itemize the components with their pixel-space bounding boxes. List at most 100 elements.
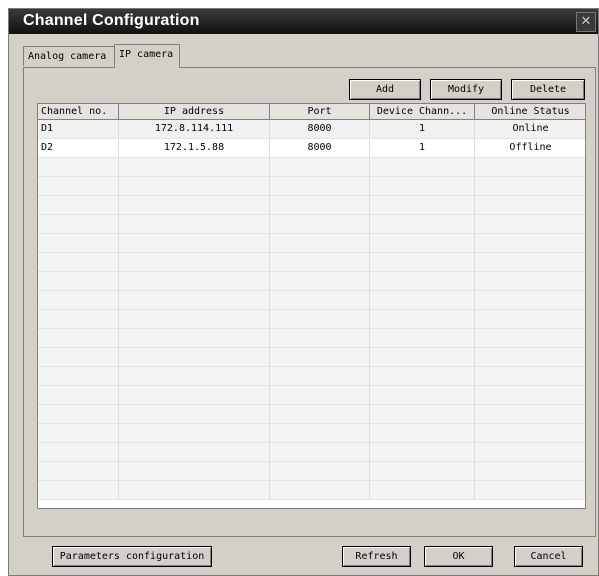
tab-ip-camera[interactable]: IP camera: [114, 44, 180, 68]
parameters-configuration-button[interactable]: Parameters configuration: [52, 546, 212, 567]
table-cell-ip: [119, 272, 270, 290]
table-cell-device-channel: [370, 177, 475, 195]
table-cell-device-channel: 1: [370, 139, 475, 157]
modify-button[interactable]: Modify: [430, 79, 502, 100]
table-cell-port: [270, 443, 370, 461]
table-cell-channel: [38, 367, 119, 385]
table-cell-channel: [38, 481, 119, 499]
table-cell-device-channel: [370, 196, 475, 214]
cancel-button[interactable]: Cancel: [514, 546, 583, 567]
table-cell-channel: [38, 329, 119, 347]
empty-table-row[interactable]: [38, 386, 585, 405]
empty-table-row[interactable]: [38, 462, 585, 481]
close-icon[interactable]: ✕: [576, 12, 596, 32]
header-device-channel[interactable]: Device Chann...: [370, 104, 475, 120]
table-cell-port: [270, 196, 370, 214]
table-cell-ip: [119, 158, 270, 176]
table-cell-device-channel: 1: [370, 120, 475, 138]
table-cell-device-channel: [370, 253, 475, 271]
tab-analog-camera[interactable]: Analog camera: [23, 46, 115, 66]
header-ip-address[interactable]: IP address: [119, 104, 270, 120]
empty-table-row[interactable]: [38, 196, 585, 215]
table-cell-status: [475, 443, 585, 461]
table-cell-status: [475, 177, 585, 195]
table-cell-status: [475, 462, 585, 480]
table-cell-device-channel: [370, 424, 475, 442]
table-cell-device-channel: [370, 291, 475, 309]
table-cell-port: [270, 310, 370, 328]
table-cell-device-channel: [370, 443, 475, 461]
empty-table-row[interactable]: [38, 367, 585, 386]
empty-table-row[interactable]: [38, 481, 585, 500]
table-cell-device-channel: [370, 310, 475, 328]
empty-table-row[interactable]: [38, 348, 585, 367]
table-cell-status: [475, 386, 585, 404]
table-cell-port: [270, 272, 370, 290]
empty-table-row[interactable]: [38, 329, 585, 348]
table-cell-ip: 172.1.5.88: [119, 139, 270, 157]
table-cell-status: [475, 234, 585, 252]
delete-button[interactable]: Delete: [511, 79, 585, 100]
table-cell-status: [475, 196, 585, 214]
table-cell-port: [270, 234, 370, 252]
table-cell-device-channel: [370, 158, 475, 176]
table-cell-device-channel: [370, 481, 475, 499]
table-cell-ip: [119, 329, 270, 347]
table-cell-device-channel: [370, 348, 475, 366]
table-cell-status: [475, 348, 585, 366]
table-cell-channel: [38, 234, 119, 252]
empty-table-row[interactable]: [38, 272, 585, 291]
empty-table-row[interactable]: [38, 443, 585, 462]
table-cell-channel: [38, 424, 119, 442]
header-port[interactable]: Port: [270, 104, 370, 120]
ok-button[interactable]: OK: [424, 546, 493, 567]
table-cell-status: [475, 253, 585, 271]
empty-table-row[interactable]: [38, 177, 585, 196]
table-cell-channel: [38, 310, 119, 328]
table-cell-ip: [119, 291, 270, 309]
table-cell-ip: [119, 177, 270, 195]
table-cell-port: [270, 329, 370, 347]
table-cell-status: [475, 158, 585, 176]
table-cell-port: [270, 291, 370, 309]
header-online-status[interactable]: Online Status: [475, 104, 585, 120]
dialog-title: Channel Configuration: [23, 12, 200, 29]
table-row[interactable]: D1 172.8.114.111 8000 1 Online: [38, 120, 585, 139]
empty-table-row[interactable]: [38, 291, 585, 310]
table-cell-ip: [119, 367, 270, 385]
table-cell-port: [270, 424, 370, 442]
table-cell-channel: [38, 272, 119, 290]
empty-table-row[interactable]: [38, 215, 585, 234]
table-cell-device-channel: [370, 462, 475, 480]
empty-table-row[interactable]: [38, 310, 585, 329]
empty-table-row[interactable]: [38, 158, 585, 177]
table-cell-channel: D2: [38, 139, 119, 157]
empty-table-row[interactable]: [38, 253, 585, 272]
empty-table-row[interactable]: [38, 234, 585, 253]
refresh-button[interactable]: Refresh: [342, 546, 411, 567]
channel-configuration-dialog: Channel Configuration ✕ Analog camera IP…: [8, 8, 599, 576]
empty-table-row[interactable]: [38, 424, 585, 443]
table-cell-status: Online: [475, 120, 585, 138]
header-channel-no[interactable]: Channel no.: [38, 104, 119, 120]
table-cell-ip: [119, 215, 270, 233]
table-cell-ip: [119, 443, 270, 461]
table-cell-device-channel: [370, 367, 475, 385]
table-cell-status: [475, 481, 585, 499]
channel-table[interactable]: Channel no. IP address Port Device Chann…: [37, 103, 586, 509]
table-cell-device-channel: [370, 386, 475, 404]
table-cell-channel: [38, 291, 119, 309]
title-bar[interactable]: Channel Configuration ✕: [9, 9, 598, 34]
table-row[interactable]: D2 172.1.5.88 8000 1 Offline: [38, 139, 585, 158]
table-cell-ip: [119, 386, 270, 404]
table-cell-channel: [38, 253, 119, 271]
table-cell-port: [270, 215, 370, 233]
table-cell-ip: [119, 348, 270, 366]
table-cell-device-channel: [370, 215, 475, 233]
empty-table-row[interactable]: [38, 405, 585, 424]
table-cell-port: [270, 348, 370, 366]
add-button[interactable]: Add: [349, 79, 421, 100]
ip-camera-panel: Add Modify Delete Channel no. IP address…: [23, 67, 596, 537]
table-cell-status: [475, 367, 585, 385]
table-cell-status: Offline: [475, 139, 585, 157]
